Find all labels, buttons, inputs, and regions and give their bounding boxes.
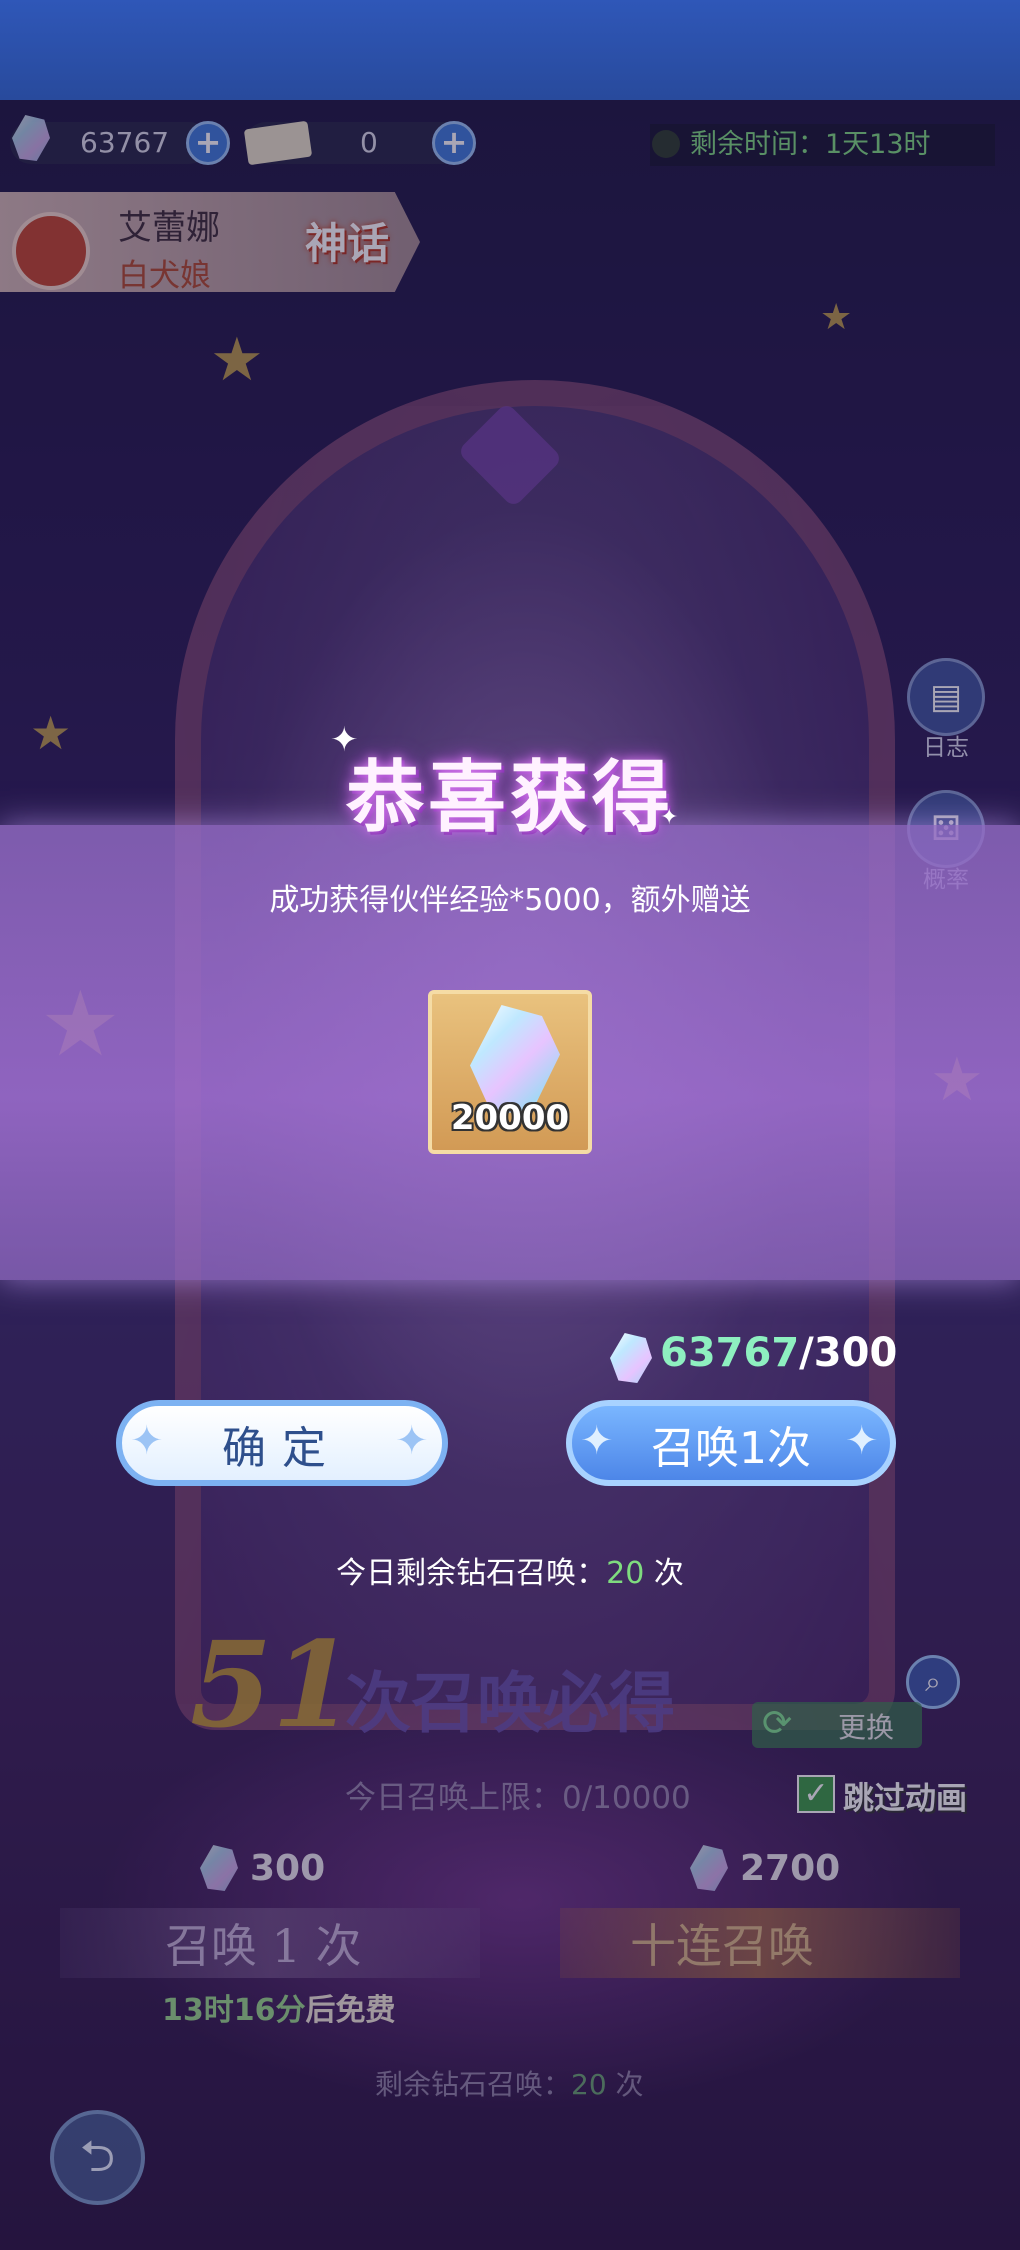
cost-owned: 63767 <box>660 1330 800 1376</box>
sparkle-icon: ✦ <box>130 1418 164 1464</box>
today-remaining: 今日剩余钻石召唤：20 次 <box>0 1548 1020 1592</box>
sparkle-icon: ✦ <box>395 1418 429 1464</box>
reward-title: 恭喜获得 <box>345 753 674 843</box>
sparkle-icon: ✦ <box>660 805 679 830</box>
reward-message: 成功获得伙伴经验*5000，额外赠送 <box>269 883 751 918</box>
top-banner <box>0 0 1020 100</box>
sparkle-icon: ✦ <box>845 1418 879 1464</box>
cost-required: /300 <box>799 1330 898 1376</box>
sparkle-icon: ✦ <box>330 720 359 760</box>
today-suffix: 次 <box>644 1556 684 1591</box>
today-count: 20 <box>606 1556 645 1591</box>
sparkle-icon: ✦ <box>580 1418 614 1464</box>
today-prefix: 今日剩余钻石召唤： <box>336 1556 607 1591</box>
summon-cost: 63767/300 <box>660 1330 897 1376</box>
reward-item-count: 20000 <box>450 1098 570 1138</box>
